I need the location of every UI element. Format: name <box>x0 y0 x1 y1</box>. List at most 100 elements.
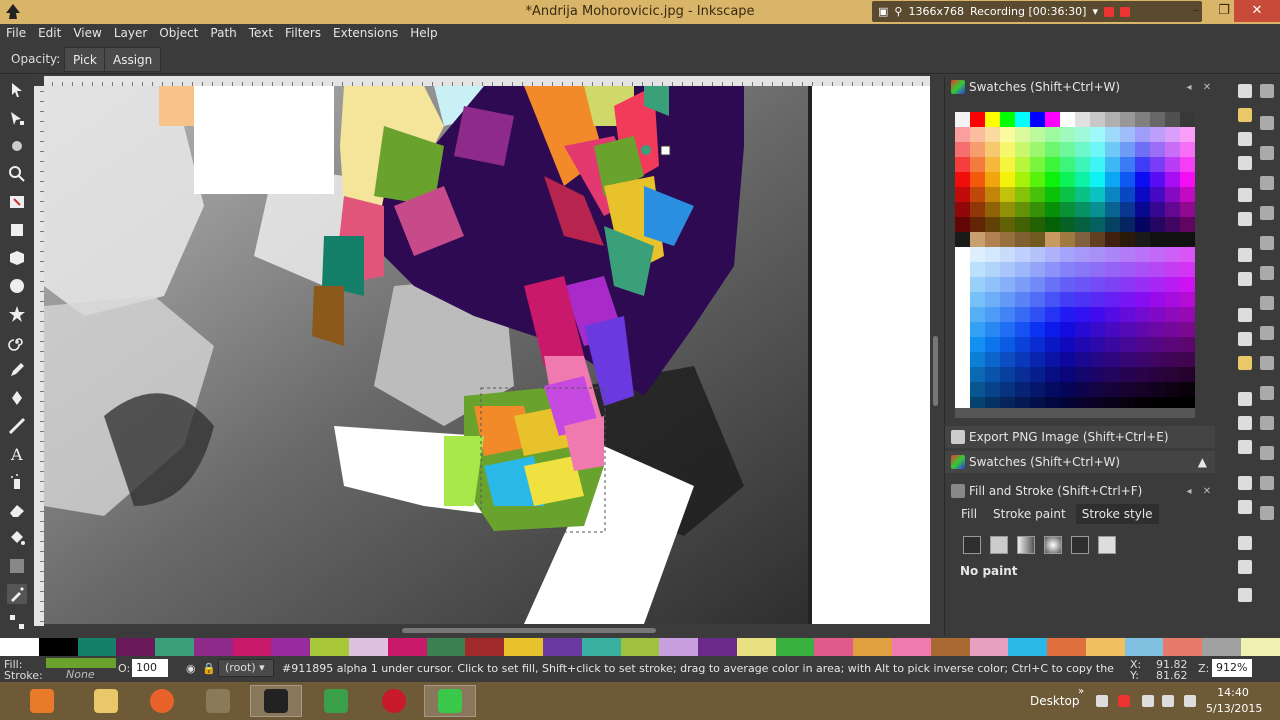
swatch-cell[interactable] <box>970 337 985 352</box>
swatch-cell[interactable] <box>1000 367 1015 382</box>
swatch-cell[interactable] <box>1120 217 1135 232</box>
swatch-cell[interactable] <box>1180 322 1195 337</box>
snap-corners-icon[interactable] <box>1260 176 1274 190</box>
swatch-cell[interactable] <box>1015 232 1030 247</box>
undo-icon[interactable] <box>1238 248 1252 262</box>
swatch-cell[interactable] <box>1180 232 1195 247</box>
taskbar-inkscape[interactable] <box>250 685 302 717</box>
new-document-icon[interactable] <box>1238 84 1252 98</box>
swatch-cell[interactable] <box>1030 157 1045 172</box>
swatch-cell[interactable] <box>1165 127 1180 142</box>
3d-box-tool-icon[interactable] <box>7 248 27 268</box>
swatch-cell[interactable] <box>1150 187 1165 202</box>
swatch-cell[interactable] <box>1060 157 1075 172</box>
swatch-cell[interactable] <box>1015 247 1030 262</box>
swatch-cell[interactable] <box>955 127 970 142</box>
swatch-cell[interactable] <box>1030 112 1045 127</box>
tab-stroke-style[interactable]: Stroke style <box>1075 504 1159 524</box>
swatch-cell[interactable] <box>1060 112 1075 127</box>
swatch-cell[interactable] <box>1165 277 1180 292</box>
swatch-cell[interactable] <box>1060 337 1075 352</box>
swatch-cell[interactable] <box>970 127 985 142</box>
swatch-cell[interactable] <box>1090 292 1105 307</box>
copy-icon[interactable] <box>1238 308 1252 322</box>
print-icon[interactable] <box>1238 156 1252 170</box>
swatch-cell[interactable] <box>1030 367 1045 382</box>
swatch-cell[interactable] <box>1135 367 1150 382</box>
swatch-cell[interactable] <box>1150 292 1165 307</box>
swatch-cell[interactable] <box>955 142 970 157</box>
swatch-cell[interactable] <box>1060 307 1075 322</box>
paint-bucket-tool-icon[interactable] <box>7 528 27 548</box>
swatch-cell[interactable] <box>955 397 970 408</box>
swatch-cell[interactable] <box>1165 142 1180 157</box>
swatch-cell[interactable] <box>1045 142 1060 157</box>
tab-stroke-paint[interactable]: Stroke paint <box>987 504 1072 524</box>
palette-swatch[interactable] <box>969 638 1009 656</box>
swatch-cell[interactable] <box>1120 112 1135 127</box>
swatch-cell[interactable] <box>1045 157 1060 172</box>
panel-iconify-icon[interactable]: ◂ <box>1183 486 1195 498</box>
swatch-cell[interactable] <box>1075 292 1090 307</box>
swatch-cell[interactable] <box>955 187 970 202</box>
swatch-cell[interactable] <box>1060 382 1075 397</box>
swatch-cell[interactable] <box>1150 232 1165 247</box>
swatch-cell[interactable] <box>1135 142 1150 157</box>
swatch-cell[interactable] <box>1165 217 1180 232</box>
paste-icon[interactable] <box>1238 356 1252 370</box>
swatch-cell[interactable] <box>955 112 970 127</box>
ellipse-tool-icon[interactable] <box>7 276 27 296</box>
swatch-cell[interactable] <box>1015 397 1030 408</box>
swatch-cell[interactable] <box>1045 367 1060 382</box>
snap-edges-icon[interactable] <box>1260 146 1274 160</box>
swatch-cell[interactable] <box>1180 292 1195 307</box>
swatch-cell[interactable] <box>985 247 1000 262</box>
swatch-cell[interactable] <box>1000 157 1015 172</box>
swatch-cell[interactable] <box>1075 247 1090 262</box>
swatch-cell[interactable] <box>1030 382 1045 397</box>
swatch-cell[interactable] <box>1120 292 1135 307</box>
export-png-panel-header[interactable]: Export PNG Image (Shift+Ctrl+E) <box>945 426 1215 448</box>
swatch-cell[interactable] <box>1045 292 1060 307</box>
swatch-cell[interactable] <box>1060 397 1075 408</box>
swatch-cell[interactable] <box>1045 127 1060 142</box>
import-icon[interactable] <box>1238 188 1252 202</box>
swatch-cell[interactable] <box>1030 172 1045 187</box>
swatch-cell[interactable] <box>985 367 1000 382</box>
swatch-cell[interactable] <box>1090 277 1105 292</box>
palette-swatch[interactable] <box>1124 638 1164 656</box>
palette-swatch[interactable] <box>1202 638 1241 656</box>
swatch-cell[interactable] <box>1105 217 1120 232</box>
swatch-cell[interactable] <box>1075 172 1090 187</box>
swatch-cell[interactable] <box>1045 202 1060 217</box>
swatch-cell[interactable] <box>1120 352 1135 367</box>
swatch-cell[interactable] <box>1015 322 1030 337</box>
swatch-cell[interactable] <box>1180 142 1195 157</box>
swatch-cell[interactable] <box>1165 382 1180 397</box>
cut-icon[interactable] <box>1238 332 1252 346</box>
swatch-cell[interactable] <box>985 292 1000 307</box>
swatch-cell[interactable] <box>1165 307 1180 322</box>
swatch-cell[interactable] <box>1120 277 1135 292</box>
swatch-cell[interactable] <box>1090 187 1105 202</box>
swatch-cell[interactable] <box>1045 112 1060 127</box>
swatch-cell[interactable] <box>1105 112 1120 127</box>
palette-swatch[interactable] <box>659 638 699 656</box>
swatch-cell[interactable] <box>1120 172 1135 187</box>
swatch-cell[interactable] <box>1015 292 1030 307</box>
menu-text[interactable]: Text <box>243 24 279 44</box>
swatch-cell[interactable] <box>1060 217 1075 232</box>
swatch-cell[interactable] <box>970 292 985 307</box>
palette-swatch[interactable] <box>116 638 156 656</box>
swatches-panel-header[interactable]: Swatches (Shift+Ctrl+W) <box>945 76 1215 98</box>
swatch-cell[interactable] <box>1180 262 1195 277</box>
palette-swatch[interactable] <box>698 638 737 656</box>
swatch-cell[interactable] <box>1060 247 1075 262</box>
swatch-cell[interactable] <box>1090 247 1105 262</box>
swatch-cell[interactable] <box>1120 187 1135 202</box>
swatch-cell[interactable] <box>1030 202 1045 217</box>
panel-iconify-icon[interactable]: ◂ <box>1183 82 1195 94</box>
swatch-cell[interactable] <box>1165 172 1180 187</box>
drawing-canvas[interactable] <box>44 86 930 624</box>
swatch-cell[interactable] <box>1000 187 1015 202</box>
